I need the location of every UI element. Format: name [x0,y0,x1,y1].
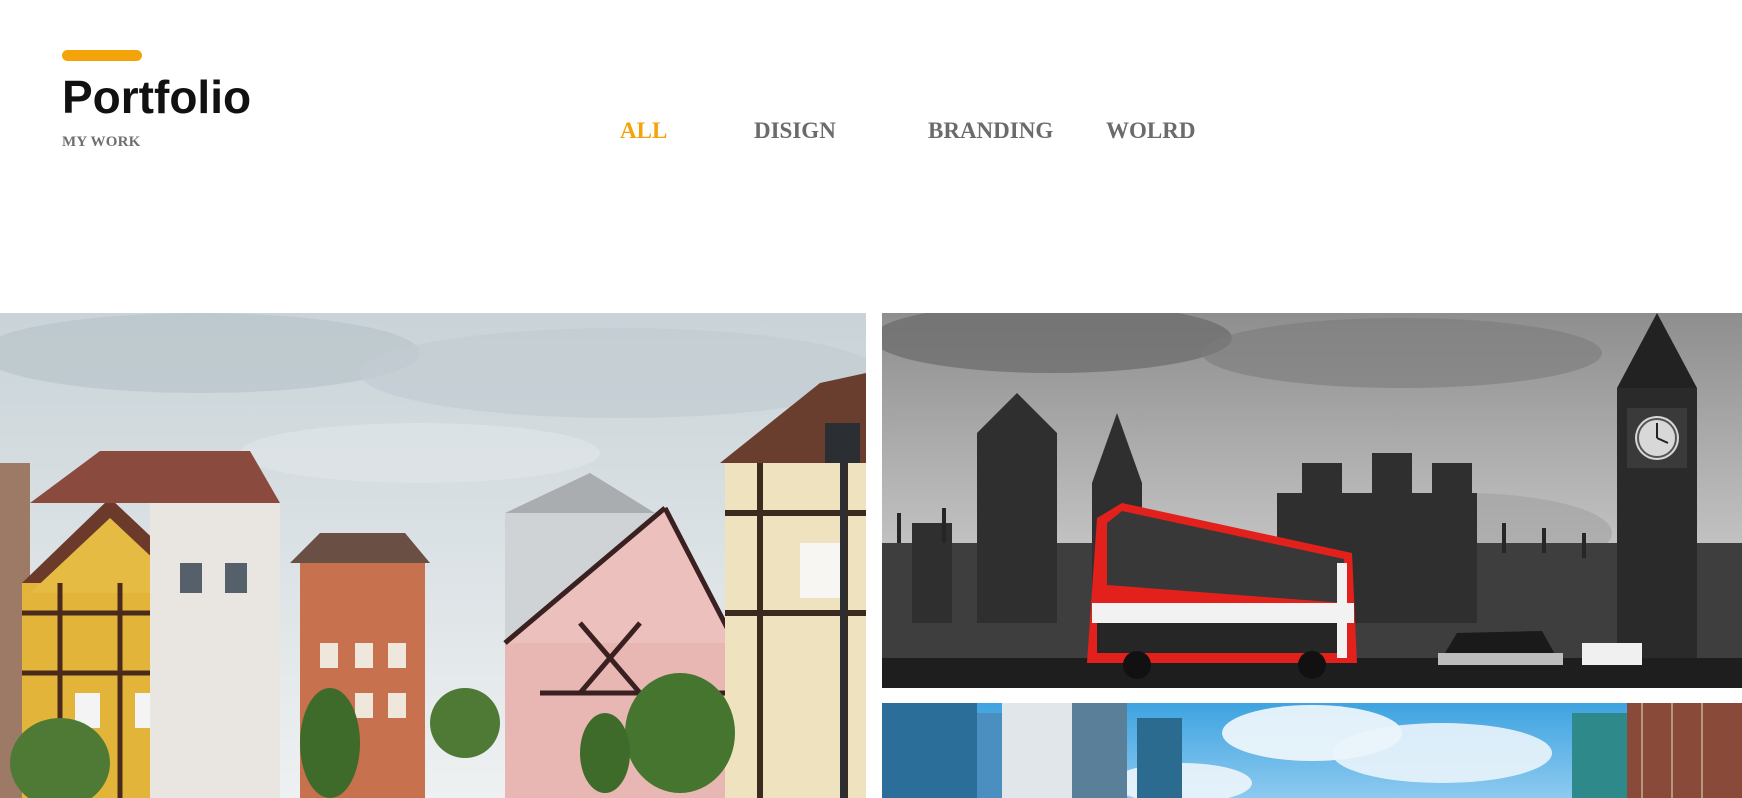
portfolio-filter-nav: ALL DISIGN BRANDING WOLRD [0,118,1742,150]
title-accent-bar [62,50,142,61]
filter-tab-branding[interactable]: BRANDING [928,118,1053,144]
filter-tab-all[interactable]: ALL [620,118,667,144]
gallery-item-city[interactable] [882,703,1742,798]
filter-tab-design[interactable]: DISIGN [754,118,836,144]
gallery-item-village[interactable] [0,313,866,798]
filter-tab-world[interactable]: WOLRD [1106,118,1195,144]
skyscrapers-image [882,703,1742,798]
page-title: Portfolio [62,71,252,123]
red-bus-big-ben-image [882,313,1742,688]
half-timbered-houses-image [0,313,866,798]
gallery-item-london[interactable] [882,313,1742,688]
